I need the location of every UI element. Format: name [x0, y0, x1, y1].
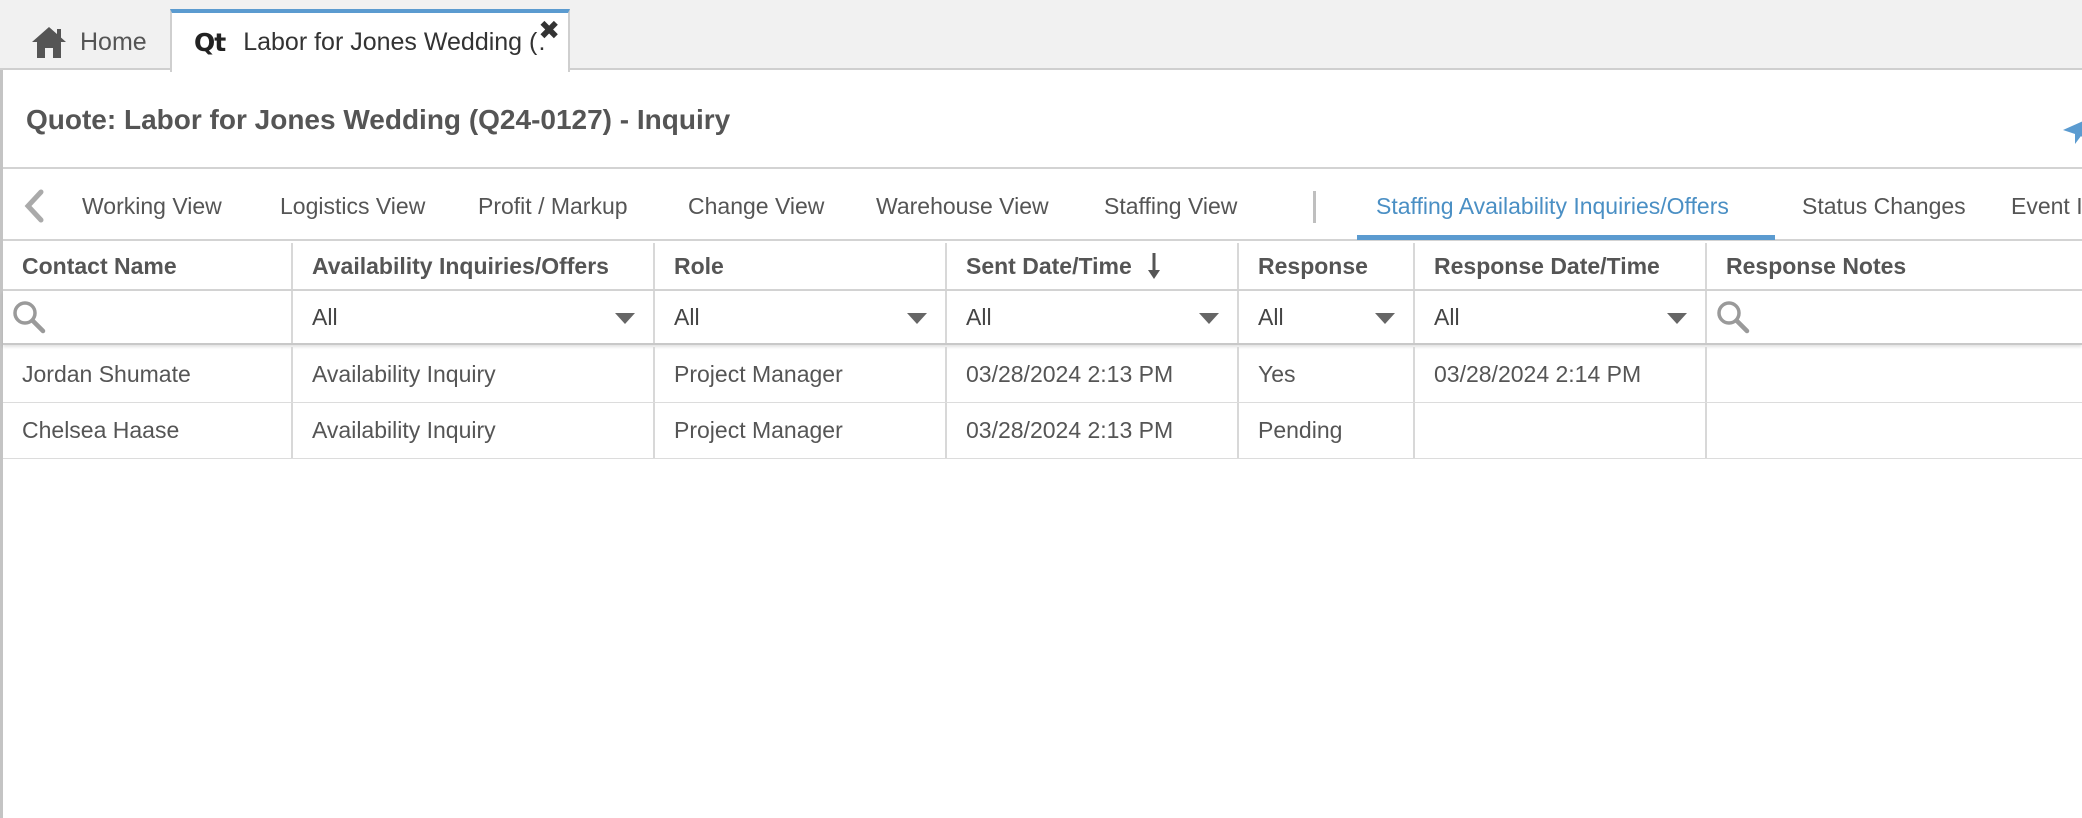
column-header-availability[interactable]: Availability Inquiries/Offers [293, 243, 655, 289]
table-row[interactable]: Jordan Shumate Availability Inquiry Proj… [3, 347, 2082, 403]
response-notes-filter[interactable] [1707, 291, 2082, 343]
response-date-filter[interactable]: All [1415, 291, 1707, 343]
tab-logistics-view[interactable]: Logistics View [280, 193, 425, 220]
column-header-contact-name[interactable]: Contact Name [3, 243, 293, 289]
column-header-response-notes[interactable]: Response Notes [1707, 243, 2082, 289]
response-filter[interactable]: All [1239, 291, 1415, 343]
dropdown-triangle-icon [615, 313, 635, 324]
contact-name-filter[interactable] [3, 291, 293, 343]
cell-availability: Availability Inquiry [293, 403, 655, 458]
page-header: Quote: Labor for Jones Wedding (Q24-0127… [3, 72, 2082, 169]
sort-desc-arrow-icon [1147, 253, 1160, 279]
home-icon [32, 27, 66, 58]
tab-status-changes[interactable]: Status Changes [1802, 193, 1966, 220]
cell-contact-name: Chelsea Haase [3, 403, 293, 458]
view-tab-bar: Working View Logistics View Profit / Mar… [3, 171, 2082, 241]
tab-event[interactable]: Event I [2011, 193, 2082, 220]
tab-separator [1313, 191, 1316, 223]
cell-response: Pending [1239, 403, 1415, 458]
cell-sent-date: 03/28/2024 2:13 PM [947, 403, 1239, 458]
grid-filter-row: All All All All All [3, 291, 2082, 345]
cell-availability: Availability Inquiry [293, 347, 655, 402]
cell-response-notes [1707, 347, 2082, 402]
tab-warehouse-view[interactable]: Warehouse View [876, 193, 1049, 220]
cell-response-notes [1707, 403, 2082, 458]
role-filter[interactable]: All [655, 291, 947, 343]
response-date-filter-value: All [1434, 303, 1460, 330]
column-header-response[interactable]: Response [1239, 243, 1415, 289]
cell-response-date [1415, 403, 1707, 458]
close-icon[interactable]: ✖ [538, 17, 560, 43]
quote-icon: Qt [194, 28, 226, 57]
chevron-left-icon[interactable] [23, 189, 45, 223]
home-tab[interactable]: Home [30, 20, 147, 64]
page-title: Quote: Labor for Jones Wedding (Q24-0127… [26, 104, 731, 135]
cell-role: Project Manager [655, 403, 947, 458]
cell-response: Yes [1239, 347, 1415, 402]
response-filter-value: All [1258, 303, 1284, 330]
home-tab-label: Home [80, 27, 147, 56]
column-header-role[interactable]: Role [655, 243, 947, 289]
cell-contact-name: Jordan Shumate [3, 347, 293, 402]
dropdown-triangle-icon [1375, 313, 1395, 324]
cell-sent-date: 03/28/2024 2:13 PM [947, 347, 1239, 402]
cell-response-date: 03/28/2024 2:14 PM [1415, 347, 1707, 402]
document-tab[interactable]: Qt Labor for Jones Wedding (… ✖ [170, 9, 570, 72]
dropdown-triangle-icon [1199, 313, 1219, 324]
document-tab-label: Labor for Jones Wedding (… [243, 28, 549, 56]
tab-staffing-availability[interactable]: Staffing Availability Inquiries/Offers [1376, 193, 1729, 220]
send-icon[interactable] [2061, 110, 2082, 150]
tab-staffing-view[interactable]: Staffing View [1104, 193, 1237, 220]
dropdown-triangle-icon [1667, 313, 1687, 324]
dropdown-triangle-icon [907, 313, 927, 324]
tab-change-view[interactable]: Change View [688, 193, 824, 220]
window-tab-strip: Home Qt Labor for Jones Wedding (… ✖ [0, 0, 2082, 72]
column-header-sent-date[interactable]: Sent Date/Time [947, 243, 1239, 289]
sent-date-filter[interactable]: All [947, 291, 1239, 343]
column-header-sent-date-label: Sent Date/Time [966, 252, 1132, 279]
cell-role: Project Manager [655, 347, 947, 402]
tab-profit-markup[interactable]: Profit / Markup [478, 193, 628, 220]
role-filter-value: All [674, 303, 700, 330]
search-icon [1717, 301, 1750, 334]
availability-filter-value: All [312, 303, 338, 330]
search-icon [13, 301, 46, 334]
active-tab-indicator [1357, 235, 1775, 240]
availability-filter[interactable]: All [293, 291, 655, 343]
column-header-response-date[interactable]: Response Date/Time [1415, 243, 1707, 289]
grid-header-row: Contact Name Availability Inquiries/Offe… [3, 243, 2082, 291]
tab-working-view[interactable]: Working View [82, 193, 222, 220]
table-row[interactable]: Chelsea Haase Availability Inquiry Proje… [3, 403, 2082, 459]
sent-date-filter-value: All [966, 303, 992, 330]
